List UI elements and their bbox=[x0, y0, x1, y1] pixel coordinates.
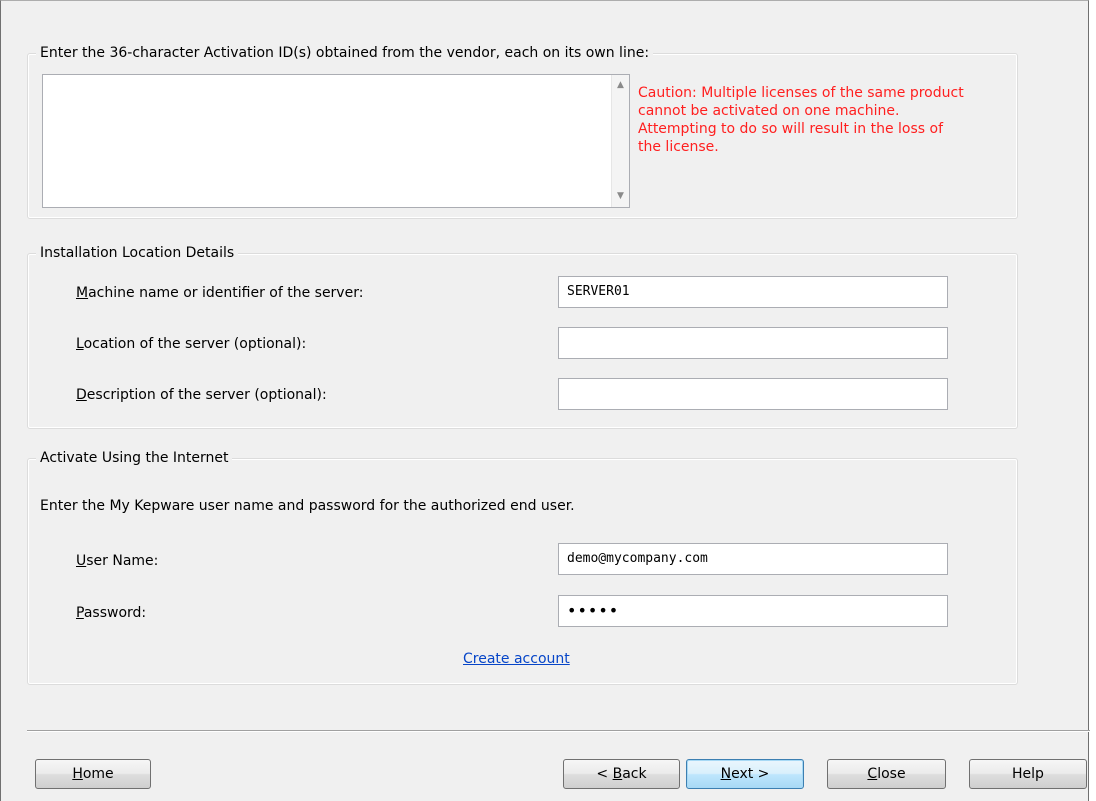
username-label: User Name: bbox=[76, 553, 159, 569]
password-label: Password: bbox=[76, 605, 147, 621]
activation-id-text bbox=[43, 75, 629, 83]
next-button[interactable]: Next > bbox=[686, 759, 804, 789]
caution-warning-text: Caution: Multiple licenses of the same p… bbox=[638, 85, 964, 155]
back-button[interactable]: < Back bbox=[563, 759, 680, 789]
button-bar-separator bbox=[27, 730, 1090, 732]
installation-location-group-label: Installation Location Details bbox=[36, 244, 239, 262]
scroll-up-arrow-icon[interactable]: ▲ bbox=[612, 77, 629, 94]
server-description-input[interactable] bbox=[558, 378, 948, 410]
username-input[interactable]: demo@mycompany.com bbox=[558, 543, 948, 575]
server-location-label: Location of the server (optional): bbox=[76, 336, 307, 352]
activation-id-group-label: Enter the 36-character Activation ID(s) … bbox=[36, 44, 654, 62]
home-button[interactable]: Home bbox=[35, 759, 151, 789]
password-input[interactable]: ••••• bbox=[558, 595, 948, 627]
help-button[interactable]: Help bbox=[969, 759, 1087, 789]
installation-location-group: Installation Location Details Machine na… bbox=[27, 244, 1018, 429]
internet-activation-group: Activate Using the Internet Enter the My… bbox=[27, 449, 1018, 685]
server-description-label: Description of the server (optional): bbox=[76, 387, 327, 403]
machine-name-input[interactable]: SERVER01 bbox=[558, 276, 948, 308]
activation-dialog: Enter the 36-character Activation ID(s) … bbox=[0, 0, 1090, 801]
activation-id-scrollbar[interactable]: ▲ ▼ bbox=[611, 75, 629, 207]
activation-id-group: Enter the 36-character Activation ID(s) … bbox=[27, 44, 1018, 219]
server-location-input[interactable] bbox=[558, 327, 948, 359]
scroll-down-arrow-icon[interactable]: ▼ bbox=[612, 188, 629, 205]
close-button[interactable]: Close bbox=[827, 759, 946, 789]
internet-instructions-text: Enter the My Kepware user name and passw… bbox=[40, 498, 575, 514]
machine-name-label: Machine name or identifier of the server… bbox=[76, 285, 364, 301]
create-account-link[interactable]: Create account bbox=[463, 650, 570, 668]
internet-activation-group-label: Activate Using the Internet bbox=[36, 449, 233, 467]
activation-id-textarea[interactable]: ▲ ▼ bbox=[42, 74, 630, 208]
